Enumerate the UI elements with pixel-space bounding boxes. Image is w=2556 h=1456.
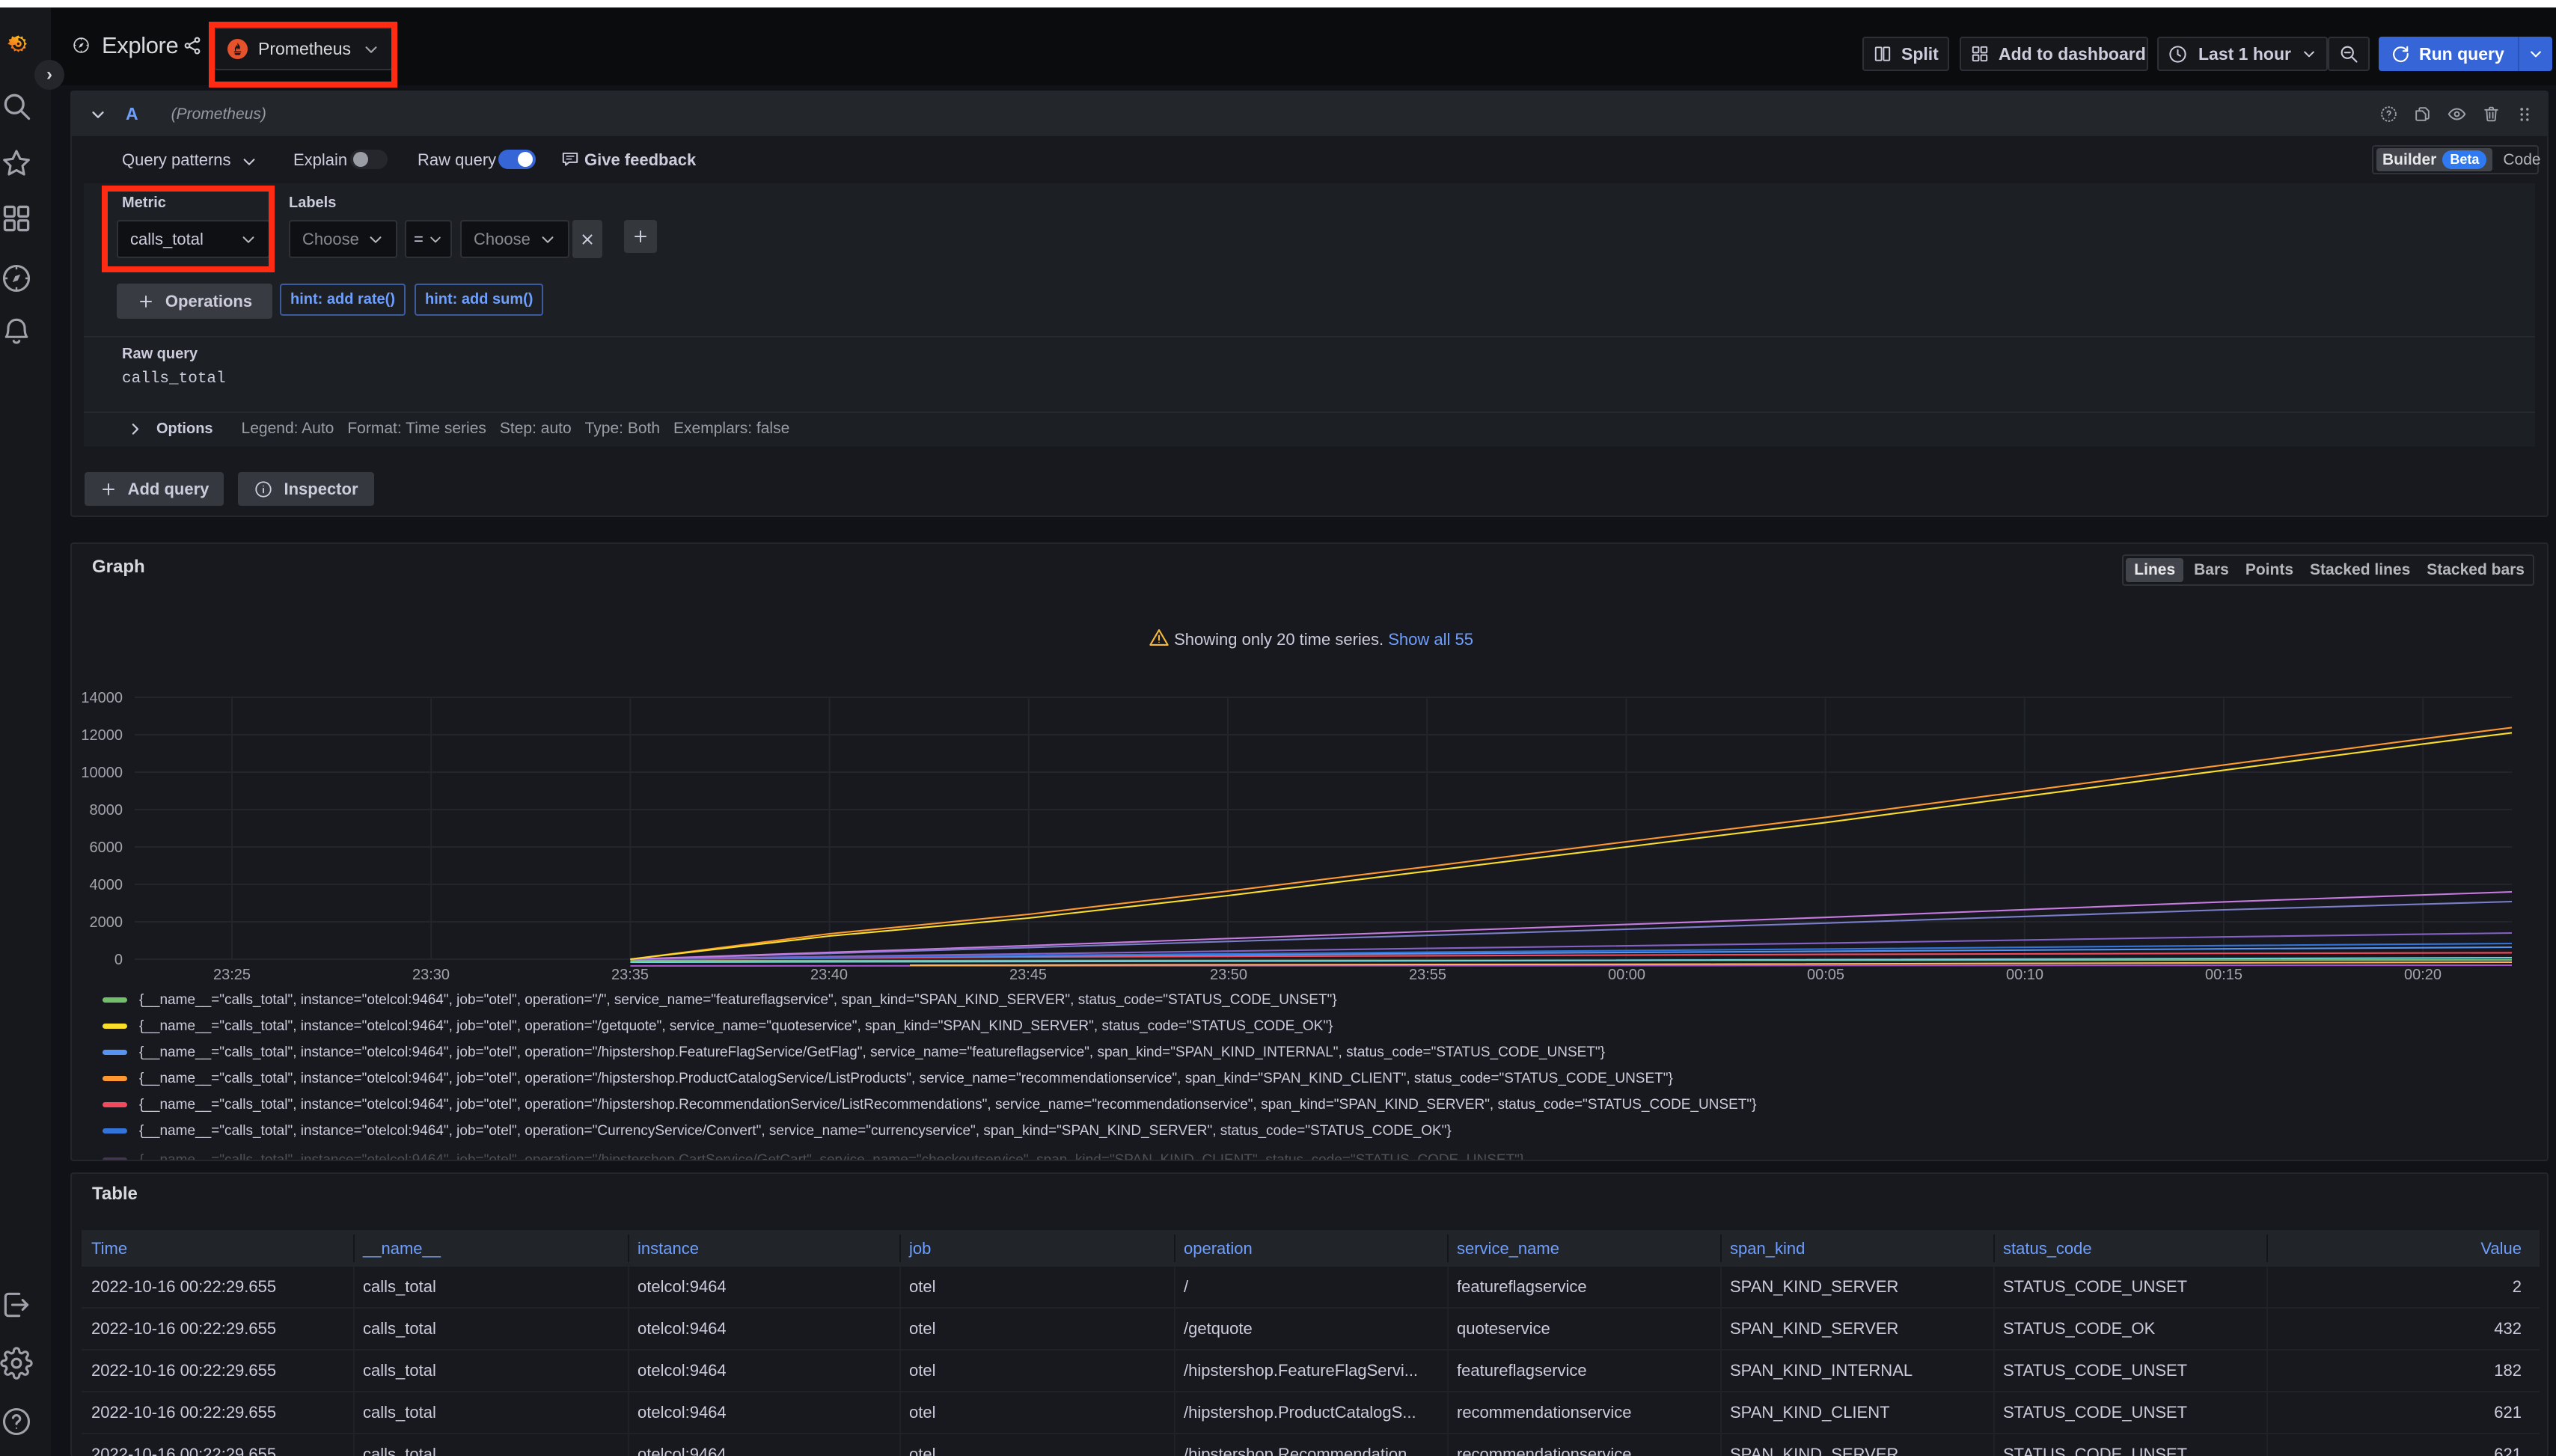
- svg-text:14000: 14000: [81, 690, 123, 706]
- svg-text:00:00: 00:00: [1608, 967, 1645, 983]
- svg-text:23:35: 23:35: [611, 967, 649, 983]
- svg-text:23:25: 23:25: [213, 967, 251, 983]
- svg-text:0: 0: [114, 952, 123, 968]
- svg-text:23:55: 23:55: [1409, 967, 1446, 983]
- svg-text:12000: 12000: [81, 727, 123, 744]
- svg-text:23:30: 23:30: [412, 967, 450, 983]
- svg-text:4000: 4000: [90, 877, 123, 893]
- svg-text:00:20: 00:20: [2404, 967, 2442, 983]
- svg-text:2000: 2000: [90, 914, 123, 931]
- svg-text:00:10: 00:10: [2006, 967, 2043, 983]
- svg-text:00:15: 00:15: [2205, 967, 2242, 983]
- svg-text:23:45: 23:45: [1009, 967, 1047, 983]
- svg-text:10000: 10000: [81, 765, 123, 781]
- svg-text:23:50: 23:50: [1210, 967, 1247, 983]
- svg-text:00:05: 00:05: [1807, 967, 1844, 983]
- svg-text:23:40: 23:40: [810, 967, 848, 983]
- svg-text:6000: 6000: [90, 839, 123, 856]
- svg-text:8000: 8000: [90, 802, 123, 819]
